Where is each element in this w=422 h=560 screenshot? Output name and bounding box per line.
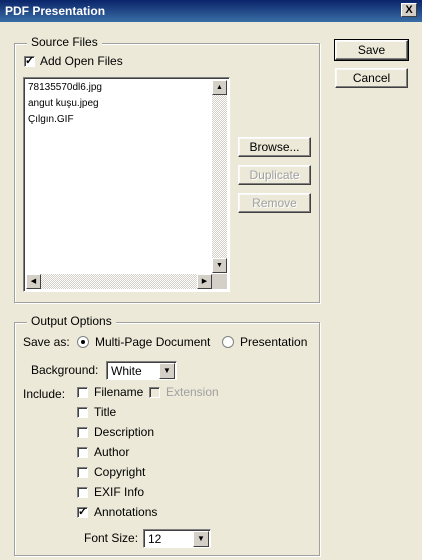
title-label[interactable]: Title (94, 405, 116, 419)
filename-label[interactable]: Filename (94, 385, 143, 399)
background-label: Background: (31, 363, 99, 377)
exif-info-checkbox[interactable] (77, 487, 88, 498)
title-checkbox[interactable] (77, 407, 88, 418)
title-bar[interactable]: PDF Presentation X (0, 0, 422, 22)
horizontal-scrollbar[interactable]: ◀ ▶ (26, 274, 212, 289)
add-open-files-label[interactable]: Add Open Files (40, 54, 123, 68)
cancel-button[interactable]: Cancel (335, 68, 408, 88)
presentation-label[interactable]: Presentation (240, 335, 307, 349)
output-options-group: Output Options (14, 314, 320, 556)
include-label: Include: (23, 387, 66, 401)
vertical-scrollbar[interactable]: ▲ ▼ (212, 80, 227, 273)
chevron-down-icon[interactable]: ▼ (193, 531, 209, 547)
check-icon: ✓ (78, 506, 88, 518)
scroll-up-icon[interactable]: ▲ (212, 80, 227, 95)
browse-button[interactable]: Browse... (238, 137, 311, 157)
file-list-item[interactable]: 78135570dl6.jpg (28, 82, 102, 93)
file-list-item[interactable]: Çılgın.GIF (28, 114, 74, 125)
font-size-select[interactable]: 12 ▼ (143, 529, 211, 548)
duplicate-button[interactable]: Duplicate (238, 165, 311, 185)
save-as-label: Save as: (23, 335, 70, 349)
pdf-presentation-dialog: PDF Presentation X Save Cancel Source Fi… (0, 0, 422, 560)
background-value: White (111, 364, 142, 378)
scroll-left-icon[interactable]: ◀ (26, 274, 41, 289)
scroll-corner (212, 274, 227, 289)
save-button[interactable]: Save (334, 39, 409, 61)
add-open-files-checkbox[interactable]: ✓ (24, 56, 35, 67)
file-list-item[interactable]: angut kuşu.jpeg (28, 98, 99, 109)
description-checkbox[interactable] (77, 427, 88, 438)
multi-page-document-label[interactable]: Multi-Page Document (95, 335, 210, 349)
annotations-label[interactable]: Annotations (94, 505, 157, 519)
description-label[interactable]: Description (94, 425, 154, 439)
source-files-legend: Source Files (27, 35, 102, 49)
extension-label[interactable]: Extension (166, 385, 219, 399)
exif-info-label[interactable]: EXIF Info (94, 485, 144, 499)
output-options-legend: Output Options (27, 314, 116, 328)
background-select[interactable]: White ▼ (106, 361, 177, 380)
scroll-down-icon[interactable]: ▼ (212, 258, 227, 273)
radio-selected-dot (81, 340, 85, 344)
close-button[interactable]: X (401, 3, 417, 17)
font-size-label: Font Size: (84, 531, 139, 545)
window-title: PDF Presentation (5, 4, 106, 18)
extension-checkbox[interactable] (149, 387, 160, 398)
chevron-down-icon[interactable]: ▼ (159, 363, 175, 379)
scroll-right-icon[interactable]: ▶ (197, 274, 212, 289)
multi-page-document-radio[interactable] (77, 336, 89, 348)
copyright-checkbox[interactable] (77, 467, 88, 478)
check-icon: ✓ (25, 55, 35, 67)
author-label[interactable]: Author (94, 445, 129, 459)
filename-checkbox[interactable] (77, 387, 88, 398)
copyright-label[interactable]: Copyright (94, 465, 145, 479)
presentation-radio[interactable] (222, 336, 234, 348)
source-files-list[interactable]: 78135570dl6.jpg angut kuşu.jpeg Çılgın.G… (23, 77, 230, 292)
font-size-value: 12 (148, 532, 162, 546)
annotations-checkbox[interactable]: ✓ (77, 507, 88, 518)
author-checkbox[interactable] (77, 447, 88, 458)
remove-button[interactable]: Remove (238, 193, 311, 213)
